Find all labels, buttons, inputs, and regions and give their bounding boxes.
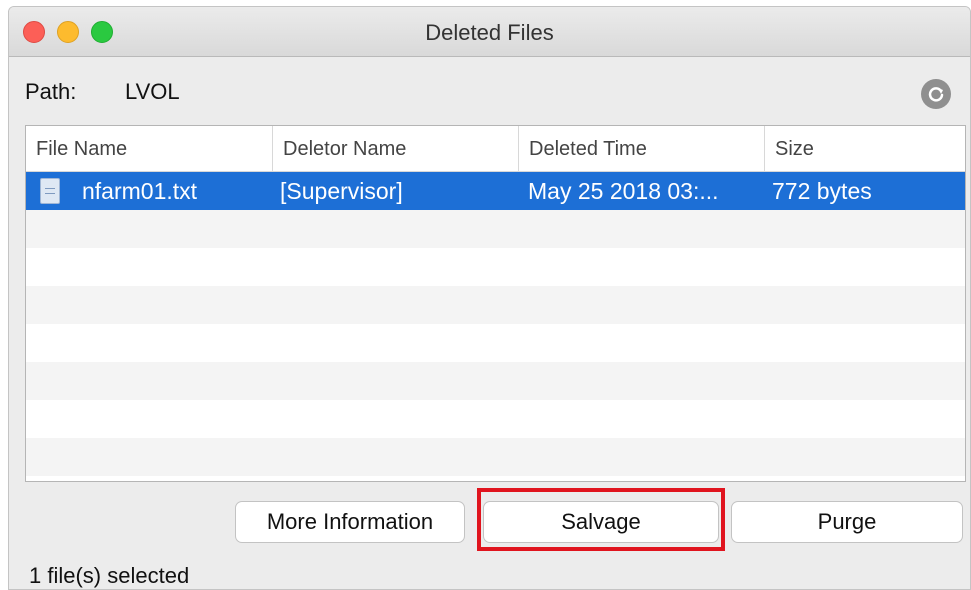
more-information-button[interactable]: More Information [235, 501, 465, 543]
status-text: 1 file(s) selected [29, 563, 190, 588]
column-header-deleted-time[interactable]: Deleted Time [518, 126, 764, 172]
column-header-size[interactable]: Size [764, 126, 965, 172]
salvage-highlight-box [477, 488, 725, 551]
deleted-files-window: Deleted Files Path: LVOL File Name Delet… [8, 6, 971, 590]
empty-table-row [26, 400, 965, 438]
empty-table-row [26, 362, 965, 400]
deletor-name-cell: [Supervisor] [280, 178, 403, 204]
empty-table-row [26, 438, 965, 476]
refresh-button[interactable] [921, 79, 951, 109]
size-cell: 772 bytes [772, 178, 872, 204]
window-title: Deleted Files [425, 20, 554, 45]
purge-button[interactable]: Purge [731, 501, 963, 543]
deleted-files-table[interactable]: File Name Deletor Name Deleted Time Size… [25, 125, 966, 482]
title-bar[interactable]: Deleted Files [9, 7, 970, 57]
column-header-file-name[interactable]: File Name [26, 126, 272, 172]
file-name-cell: nfarm01.txt [82, 178, 198, 204]
deleted-time-cell: May 25 2018 03:... [528, 178, 719, 204]
empty-table-row [26, 324, 965, 362]
table-row[interactable]: nfarm01.txt [Supervisor] May 25 2018 03:… [26, 172, 965, 210]
text-file-icon [40, 178, 60, 204]
column-header-deletor-name[interactable]: Deletor Name [272, 126, 518, 172]
empty-table-row [26, 286, 965, 324]
path-value: LVOL [125, 79, 180, 104]
empty-table-row [26, 210, 965, 248]
path-label: Path: [25, 79, 77, 104]
table-header: File Name Deletor Name Deleted Time Size [26, 126, 965, 172]
empty-table-row [26, 248, 965, 286]
refresh-icon [928, 87, 944, 102]
